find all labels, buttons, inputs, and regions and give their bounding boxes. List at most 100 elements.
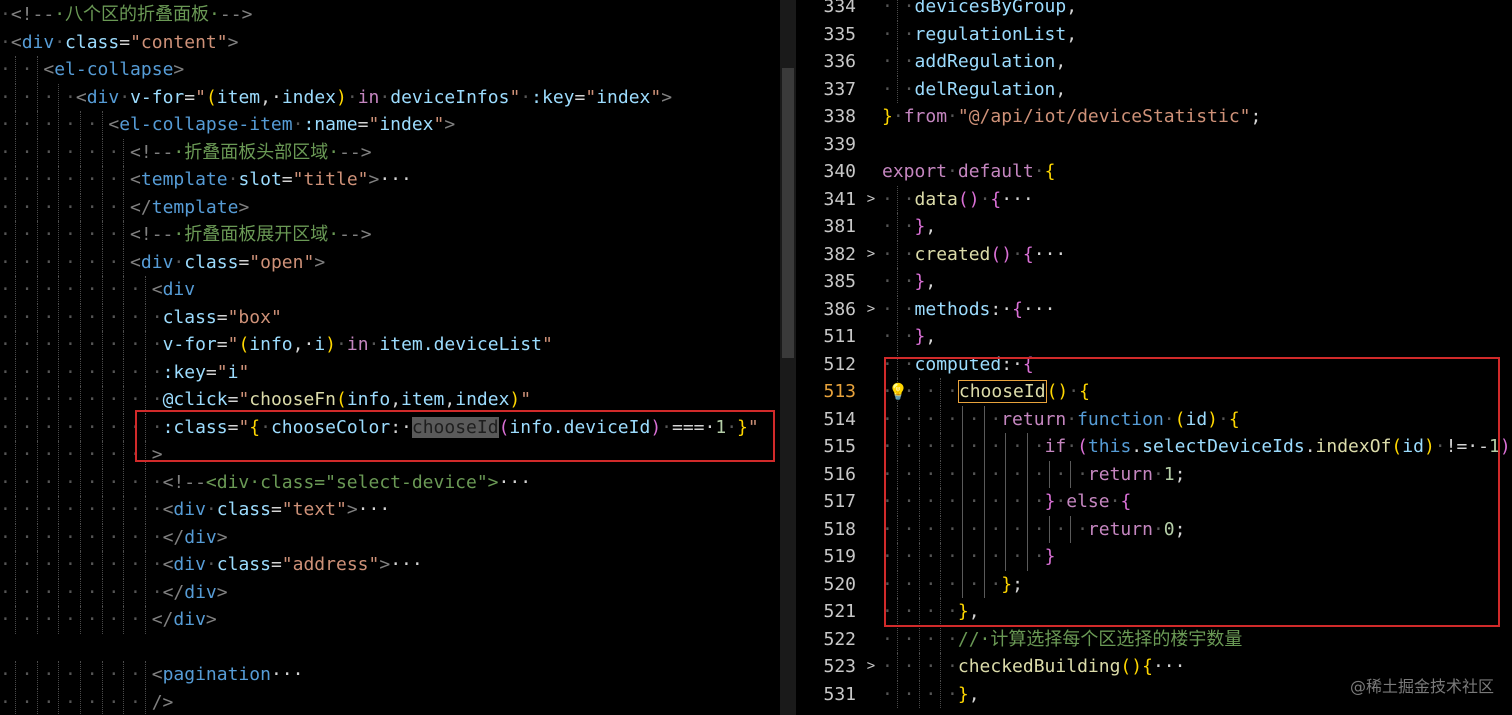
code-token: :· <box>390 416 412 438</box>
lightbulb-icon[interactable]: 💡 <box>888 382 908 401</box>
code-token: </ <box>130 196 152 218</box>
code-token: function <box>1077 408 1164 430</box>
code-token: ··· <box>1022 298 1056 320</box>
code-line[interactable]: · · · · · · · ·<div·class="address">··· <box>0 551 423 579</box>
code-line[interactable]: · ·computed:·{ <box>882 351 1034 379</box>
code-line[interactable]: · ·devicesByGroup, <box>882 0 1077 21</box>
code-line[interactable]: · · · · · · · <pagination··· <box>0 661 303 689</box>
code-token: " <box>433 114 445 135</box>
indent-guide <box>79 688 82 715</box>
code-line[interactable]: · · · · · · · · · ·return·1; <box>882 461 1185 489</box>
code-line[interactable]: · · · · · · <template·slot="title">··· <box>0 166 412 194</box>
editor-split-scrollbar[interactable] <box>780 0 796 715</box>
scrollbar-thumb[interactable] <box>782 68 794 358</box>
code-line[interactable]: ·<!--·八个区的折叠面板·--> <box>0 1 252 29</box>
code-token: · <box>1434 436 1446 457</box>
code-line[interactable]: · · · ·chooseId()·{ <box>882 378 1090 406</box>
code-line[interactable]: · · · · · · · ·v-for="(info,·i)·in·item.… <box>0 331 553 359</box>
line-number: 513 <box>823 381 856 402</box>
code-token: . <box>1304 436 1316 457</box>
line-number: 522 <box>823 628 856 650</box>
line-number: 338 <box>823 106 856 127</box>
right-editor-pane[interactable]: 334 · ·devicesByGroup, 335 · ·regulationLis… <box>796 0 1512 715</box>
code-line[interactable]: · · · · · · · /> <box>0 689 173 715</box>
indent-guide <box>58 166 60 194</box>
fold-chevron-icon[interactable]: > <box>864 296 878 324</box>
indent-guide <box>79 166 82 194</box>
code-line[interactable]: · · · · · · · </div> <box>0 606 217 634</box>
code-line[interactable]: · · <el-collapse> <box>0 56 184 84</box>
code-token: "@/api/iot/deviceStatistic" <box>957 106 1251 127</box>
fold-chevron-icon[interactable]: > <box>864 186 878 214</box>
indent-guide <box>101 193 104 221</box>
code-line[interactable]: · · · ·//·计算选择每个区选择的楼宇数量 <box>882 626 1242 654</box>
code-line[interactable]: · · · · · · <div·class="open"> <box>0 249 325 277</box>
code-token: <!-- <box>10 4 55 25</box>
code-line[interactable]: · ·created()·{··· <box>882 241 1066 269</box>
code-token: ··· <box>357 499 391 520</box>
code-line[interactable]: · · · · · · · ·</div> <box>0 579 228 607</box>
indent-guide <box>961 488 964 516</box>
indent-guide <box>14 138 17 166</box>
code-line[interactable]: · · · · · · · ·:class="{·chooseColor:·ch… <box>0 414 759 442</box>
indent-guide <box>79 386 82 414</box>
indent-guide <box>36 166 39 194</box>
code-line[interactable]: · · · · · · <!--·折叠面板头部区域·--> <box>0 139 372 167</box>
code-line[interactable]: · · · · · · · ·if·(this.selectDeviceIds.… <box>882 433 1512 461</box>
code-line[interactable]: · · · · · · <!--·折叠面板展开区域·--> <box>0 221 372 249</box>
code-line[interactable]: · · · · · ·return·function·(id)·{ <box>882 406 1240 434</box>
code-token: . <box>1131 436 1143 457</box>
code-token: index <box>596 86 651 108</box>
code-line[interactable]: · ·addRegulation, <box>882 48 1066 76</box>
code-line[interactable]: · ·data()·{··· <box>882 186 1034 214</box>
code-token: return <box>1087 463 1153 485</box>
indent-guide <box>145 303 147 331</box>
indent-guide <box>14 551 17 579</box>
code-line[interactable]: · · · · · · · · · ·return·0; <box>882 516 1185 544</box>
code-line[interactable]: export·default·{ <box>882 158 1055 186</box>
code-token: in <box>357 86 380 108</box>
fold-chevron-icon[interactable]: > <box>864 653 878 681</box>
code-token: :key <box>162 361 206 383</box>
code-line[interactable]: ·<div·class="content"> <box>0 29 238 57</box>
fold-chevron-icon[interactable]: > <box>864 241 878 269</box>
code-token: "address" <box>281 554 380 575</box>
code-token: !=·- <box>1445 436 1489 457</box>
code-line[interactable]: · · · · · ·}; <box>882 571 1023 599</box>
indent-guide <box>123 661 125 689</box>
code-line[interactable]: · · · · · · · ·class="box" <box>0 304 282 332</box>
code-line[interactable]: · · · · · <el-collapse-item·:name="index… <box>0 111 455 139</box>
code-line[interactable]: · ·}, <box>882 323 936 351</box>
indent-guide <box>36 688 39 715</box>
indent-guide <box>961 515 964 543</box>
line-number: 334 <box>823 0 856 17</box>
indent-guide <box>123 303 125 331</box>
indent-guide <box>145 688 147 715</box>
code-line[interactable]: · · · · · · · ·</div> <box>0 524 228 552</box>
indent-whitespace: · · · · · · <box>0 251 131 273</box>
code-line[interactable]: · ·}, <box>882 268 936 296</box>
code-token: ( <box>205 86 217 108</box>
code-token: <!-- <box>162 471 206 493</box>
code-token: , <box>1055 51 1067 72</box>
code-token: ,· <box>260 86 282 108</box>
code-line[interactable]: · · · · · · · <div <box>0 276 195 304</box>
code-line[interactable]: · ·regulationList, <box>882 21 1077 49</box>
indent-guide <box>36 56 39 84</box>
code-token: from <box>903 106 948 127</box>
indent-guide <box>58 496 60 524</box>
code-line[interactable]: · ·delRegulation, <box>882 76 1066 104</box>
code-line[interactable]: }·from·"@/api/iot/deviceStatistic"; <box>882 103 1261 131</box>
code-line[interactable]: · · · ·checkedBuilding(){··· <box>882 653 1185 681</box>
indent-guide <box>896 48 899 76</box>
left-editor-pane[interactable]: ·<!--·八个区的折叠面板·--> ·<div·class="content">… <box>0 0 780 715</box>
indent-guide <box>896 460 899 488</box>
code-line[interactable]: · ·}, <box>882 213 936 241</box>
indent-guide <box>79 441 82 469</box>
indent-guide <box>58 413 60 441</box>
code-line[interactable]: · ·methods:·{··· <box>882 296 1055 324</box>
code-token: checkedBuilding <box>957 656 1121 677</box>
code-line[interactable]: · · · ·<div·v-for="(item,·index)·in·devi… <box>0 84 672 112</box>
code-token: info <box>346 389 391 410</box>
code-line[interactable]: · · · · · · · ·} <box>882 543 1055 571</box>
